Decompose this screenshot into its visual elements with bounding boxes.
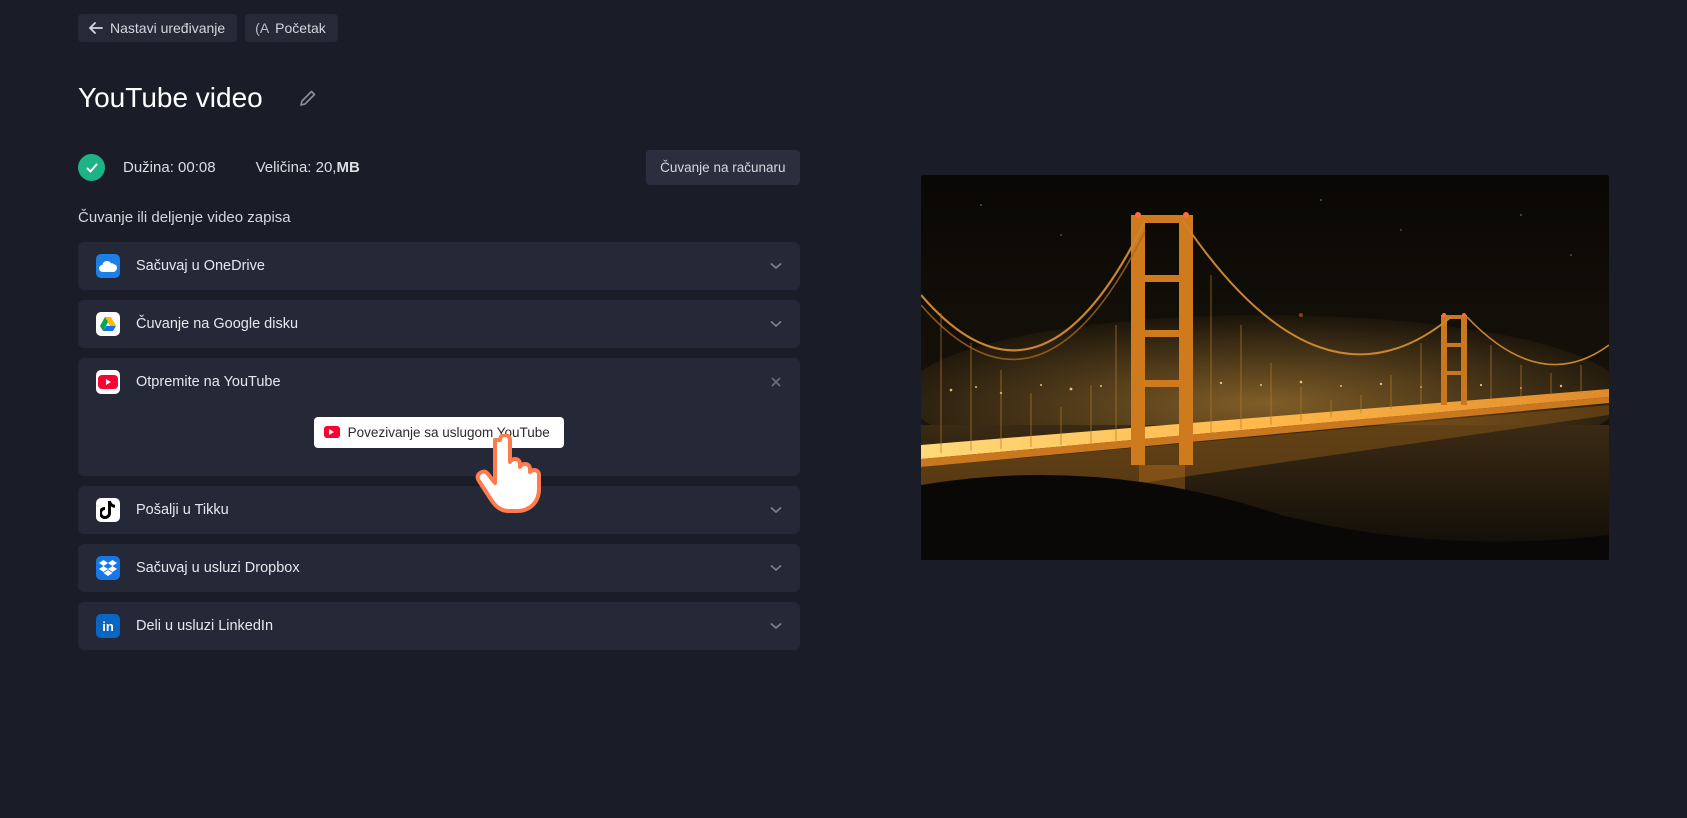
status-check-icon <box>78 154 105 181</box>
meta-row: Dužina: 00:08 Veličina: 20,MB Čuvanje na… <box>78 150 800 185</box>
app-root: Nastavi uređivanje (A Početak YouTube vi… <box>0 0 1687 818</box>
chevron-down-icon <box>770 564 782 572</box>
destination-label: Sačuvaj u OneDrive <box>136 258 754 274</box>
edit-title-button[interactable] <box>299 89 317 107</box>
destination-onedrive[interactable]: Sačuvaj u OneDrive <box>78 242 800 290</box>
linkedin-icon: in <box>96 614 120 638</box>
dropbox-icon <box>96 556 120 580</box>
chevron-down-icon <box>770 320 782 328</box>
destination-label: Sačuvaj u usluzi Dropbox <box>136 560 754 576</box>
destination-google-drive[interactable]: Čuvanje na Google disku <box>78 300 800 348</box>
destination-youtube[interactable]: Otpremite na YouTube Povezivanje sa uslu… <box>78 358 800 476</box>
breadcrumb: Nastavi uređivanje (A Početak <box>78 14 800 42</box>
save-to-computer-button[interactable]: Čuvanje na računaru <box>646 150 799 185</box>
chevron-down-icon <box>770 622 782 630</box>
google-drive-icon <box>96 312 120 336</box>
destination-youtube-body: Povezivanje sa uslugom YouTube <box>78 406 800 476</box>
chevron-down-icon <box>770 506 782 514</box>
arrow-left-icon <box>88 21 104 35</box>
destination-linkedin[interactable]: in Deli u usluzi LinkedIn <box>78 602 800 650</box>
destination-youtube-header[interactable]: Otpremite na YouTube <box>78 358 800 406</box>
title-row: YouTube video <box>78 82 800 114</box>
destination-label: Deli u usluzi LinkedIn <box>136 618 754 634</box>
connect-youtube-button[interactable]: Povezivanje sa uslugom YouTube <box>314 417 564 448</box>
home-label: Početak <box>275 20 326 36</box>
left-column: Nastavi uređivanje (A Početak YouTube vi… <box>0 0 844 818</box>
page-title: YouTube video <box>78 82 263 114</box>
size-label: Veličina: 20,MB <box>256 159 360 176</box>
connect-youtube-label: Povezivanje sa uslugom YouTube <box>348 425 550 440</box>
save-share-heading: Čuvanje ili deljenje video zapisa <box>78 209 800 226</box>
continue-editing-label: Nastavi uređivanje <box>110 20 225 36</box>
destination-label: Pošalji u Tikku <box>136 502 754 518</box>
tiktok-icon <box>96 498 120 522</box>
length-label: Dužina: 00:08 <box>123 159 216 176</box>
destination-tiktok[interactable]: Pošalji u Tikku <box>78 486 800 534</box>
home-prefix: (A <box>255 20 269 36</box>
youtube-mini-icon <box>324 426 340 438</box>
continue-editing-button[interactable]: Nastavi uređivanje <box>78 14 237 42</box>
destinations-list: Sačuvaj u OneDrive Čuvanje na Google dis… <box>78 242 800 650</box>
onedrive-icon <box>96 254 120 278</box>
video-preview[interactable] <box>921 175 1609 560</box>
destination-label: Otpremite na YouTube <box>136 374 754 390</box>
youtube-icon <box>96 370 120 394</box>
destination-dropbox[interactable]: Sačuvaj u usluzi Dropbox <box>78 544 800 592</box>
chevron-down-icon <box>770 262 782 270</box>
home-button[interactable]: (A Početak <box>245 14 338 42</box>
close-icon[interactable] <box>770 376 782 388</box>
destination-label: Čuvanje na Google disku <box>136 316 754 332</box>
right-column <box>844 0 1687 818</box>
